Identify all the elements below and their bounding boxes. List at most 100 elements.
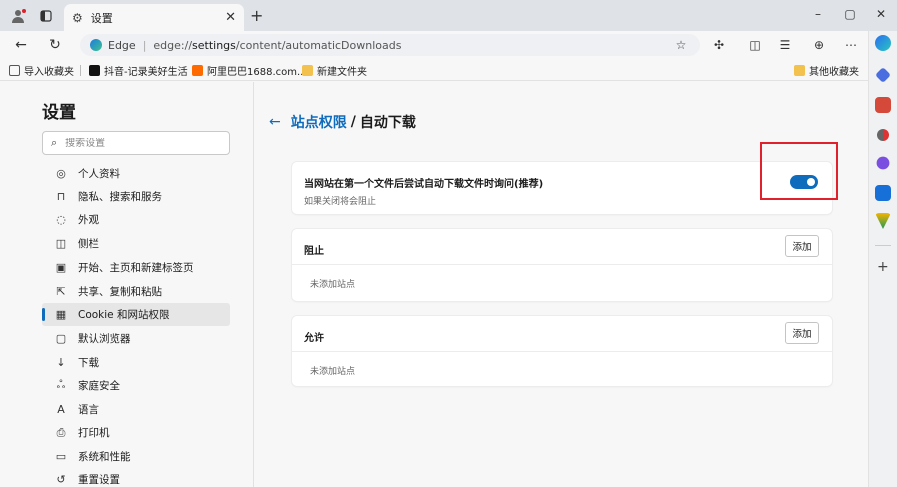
close-tab-icon[interactable]: ✕ xyxy=(225,10,236,25)
nav-item-system[interactable]: ▭ 系统和性能 xyxy=(42,445,230,468)
back-button[interactable]: ← xyxy=(11,35,31,55)
bookmarks-bar: 导入收藏夹 抖音-记录美好生活 阿里巴巴1688.com... 新建文件夹 其他… xyxy=(0,59,868,81)
nav-item-printer[interactable]: ⎙ 打印机 xyxy=(42,421,230,444)
add-sidebar-app-icon[interactable]: + xyxy=(877,259,889,275)
split-screen-icon[interactable]: ◫ xyxy=(746,36,764,54)
download-icon: ↓ xyxy=(56,356,66,369)
block-card: 阻止 添加 未添加站点 xyxy=(292,229,832,301)
allow-add-button[interactable]: 添加 xyxy=(785,322,819,344)
minimize-button[interactable]: – xyxy=(803,4,833,24)
browser-icon: ▢ xyxy=(55,332,67,345)
import-favorites[interactable]: 导入收藏夹 xyxy=(9,63,74,78)
favorite-star-icon[interactable]: ☆ xyxy=(672,36,690,54)
nav-item-privacy[interactable]: ⊓ 隐私、搜索和服务 xyxy=(42,185,230,208)
extensions-icon[interactable]: ✣ xyxy=(710,36,728,54)
tab-actions-icon[interactable] xyxy=(37,7,55,25)
allow-card: 允许 添加 未添加站点 xyxy=(292,316,832,386)
search-input[interactable] xyxy=(65,137,216,149)
auto-download-title: 当网站在第一个文件后尝试自动下载文件时询问(推荐) xyxy=(304,179,544,190)
nav-item-downloads[interactable]: ↓ 下载 xyxy=(42,351,230,374)
highlight-box xyxy=(760,142,838,200)
title-bar: ⚙ 设置 ✕ + – ▢ ✕ xyxy=(0,0,897,31)
cookie-icon: ▦ xyxy=(55,308,67,321)
nav-divider xyxy=(253,82,254,487)
outlook-icon[interactable] xyxy=(875,185,891,201)
edge-sidebar: + xyxy=(868,31,897,487)
auto-download-card: 当网站在第一个文件后尝试自动下载文件时询问(推荐) 如果关闭将会阻止 xyxy=(292,162,832,214)
site-label: Edge xyxy=(108,38,136,52)
folder-icon xyxy=(302,65,313,76)
nav-item-appearance[interactable]: ◌ 外观 xyxy=(42,208,230,231)
address-row: ← ↻ Edge | edge://settings/content/autom… xyxy=(0,31,868,59)
settings-title: 设置 xyxy=(42,103,76,123)
reset-icon: ↺ xyxy=(56,473,66,486)
close-window-button[interactable]: ✕ xyxy=(866,4,896,24)
language-icon: A xyxy=(57,403,65,416)
office-icon[interactable] xyxy=(876,156,890,170)
copilot-icon[interactable] xyxy=(875,35,891,51)
other-favorites[interactable]: 其他收藏夹 xyxy=(794,63,859,78)
nav-item-language[interactable]: A 语言 xyxy=(42,398,230,421)
nav-item-profile[interactable]: ◎ 个人资料 xyxy=(42,162,230,185)
people-icon[interactable] xyxy=(877,129,889,141)
edge-logo-icon xyxy=(90,39,102,51)
nav-item-family[interactable]: ஃ 家庭安全 xyxy=(42,374,230,397)
tag-icon[interactable] xyxy=(875,67,891,83)
nav-item-reset[interactable]: ↺ 重置设置 xyxy=(42,468,230,487)
person-icon: ◎ xyxy=(56,167,66,180)
shopping-icon[interactable] xyxy=(875,97,891,113)
family-icon: ஃ xyxy=(56,378,66,391)
sidebar-icon: ◫ xyxy=(55,237,67,250)
search-icon: ⌕ xyxy=(51,136,58,149)
home-icon: ▣ xyxy=(55,261,67,274)
allow-empty-text: 未添加站点 xyxy=(310,367,356,377)
nav-item-share[interactable]: ⇱ 共享、复制和粘贴 xyxy=(42,280,230,303)
bookmark-divider xyxy=(80,65,81,76)
system-icon: ▭ xyxy=(55,450,67,463)
nav-item-cookies[interactable]: ▦ Cookie 和网站权限 xyxy=(42,303,230,326)
url-text: edge://settings/content/automaticDownloa… xyxy=(153,38,402,52)
main-content: ← 站点权限 / 自动下载 当网站在第一个文件后尝试自动下载文件时询问(推荐) … xyxy=(255,82,868,487)
settings-search[interactable]: ⌕ xyxy=(42,131,230,155)
profile-icon[interactable] xyxy=(10,7,28,25)
share-icon: ⇱ xyxy=(56,285,66,298)
import-icon xyxy=(9,65,20,76)
settings-nav: 设置 ⌕ ◎ 个人资料 ⊓ 隐私、搜索和服务 ◌ 外观 ◫ 侧栏 ▣ 开始、主页… xyxy=(0,82,254,487)
palette-icon: ◌ xyxy=(56,213,66,226)
bookmark-douyin[interactable]: 抖音-记录美好生活 xyxy=(89,63,188,78)
drop-icon[interactable] xyxy=(875,213,891,229)
address-bar[interactable]: Edge | edge://settings/content/automatic… xyxy=(80,34,700,56)
favorites-icon[interactable]: ☰ xyxy=(776,36,794,54)
breadcrumb-separator: / xyxy=(350,114,356,130)
block-title: 阻止 xyxy=(304,246,324,257)
more-menu-icon[interactable]: ⋯ xyxy=(842,36,860,54)
douyin-icon xyxy=(89,65,100,76)
breadcrumb-current: 自动下载 xyxy=(359,115,416,131)
nav-item-sidebar[interactable]: ◫ 侧栏 xyxy=(42,232,230,255)
bookmark-alibaba[interactable]: 阿里巴巴1688.com... xyxy=(192,63,307,78)
allow-title: 允许 xyxy=(304,333,324,344)
block-add-button[interactable]: 添加 xyxy=(785,235,819,257)
maximize-button[interactable]: ▢ xyxy=(835,4,865,24)
printer-icon: ⎙ xyxy=(56,425,66,439)
card-divider xyxy=(292,351,832,352)
tab-title: 设置 xyxy=(90,11,113,25)
lock-icon: ⊓ xyxy=(56,190,66,203)
collections-icon[interactable]: ⊕ xyxy=(810,36,828,54)
nav-item-start-home[interactable]: ▣ 开始、主页和新建标签页 xyxy=(42,256,230,279)
gear-icon: ⚙ xyxy=(72,10,83,25)
block-empty-text: 未添加站点 xyxy=(310,280,356,290)
bookmark-new-folder[interactable]: 新建文件夹 xyxy=(302,63,367,78)
card-divider xyxy=(292,264,832,265)
new-tab-button[interactable]: + xyxy=(250,6,263,25)
address-separator: | xyxy=(142,38,147,52)
tab-settings[interactable]: ⚙ 设置 ✕ xyxy=(64,4,244,31)
breadcrumb: ← 站点权限 / 自动下载 xyxy=(269,112,416,132)
back-arrow-icon[interactable]: ← xyxy=(269,114,281,130)
breadcrumb-parent-link[interactable]: 站点权限 xyxy=(291,112,347,132)
refresh-button[interactable]: ↻ xyxy=(45,35,65,55)
alibaba-icon xyxy=(192,65,203,76)
folder-icon xyxy=(794,65,805,76)
auto-download-subtitle: 如果关闭将会阻止 xyxy=(304,197,377,207)
nav-item-default-browser[interactable]: ▢ 默认浏览器 xyxy=(42,327,230,350)
